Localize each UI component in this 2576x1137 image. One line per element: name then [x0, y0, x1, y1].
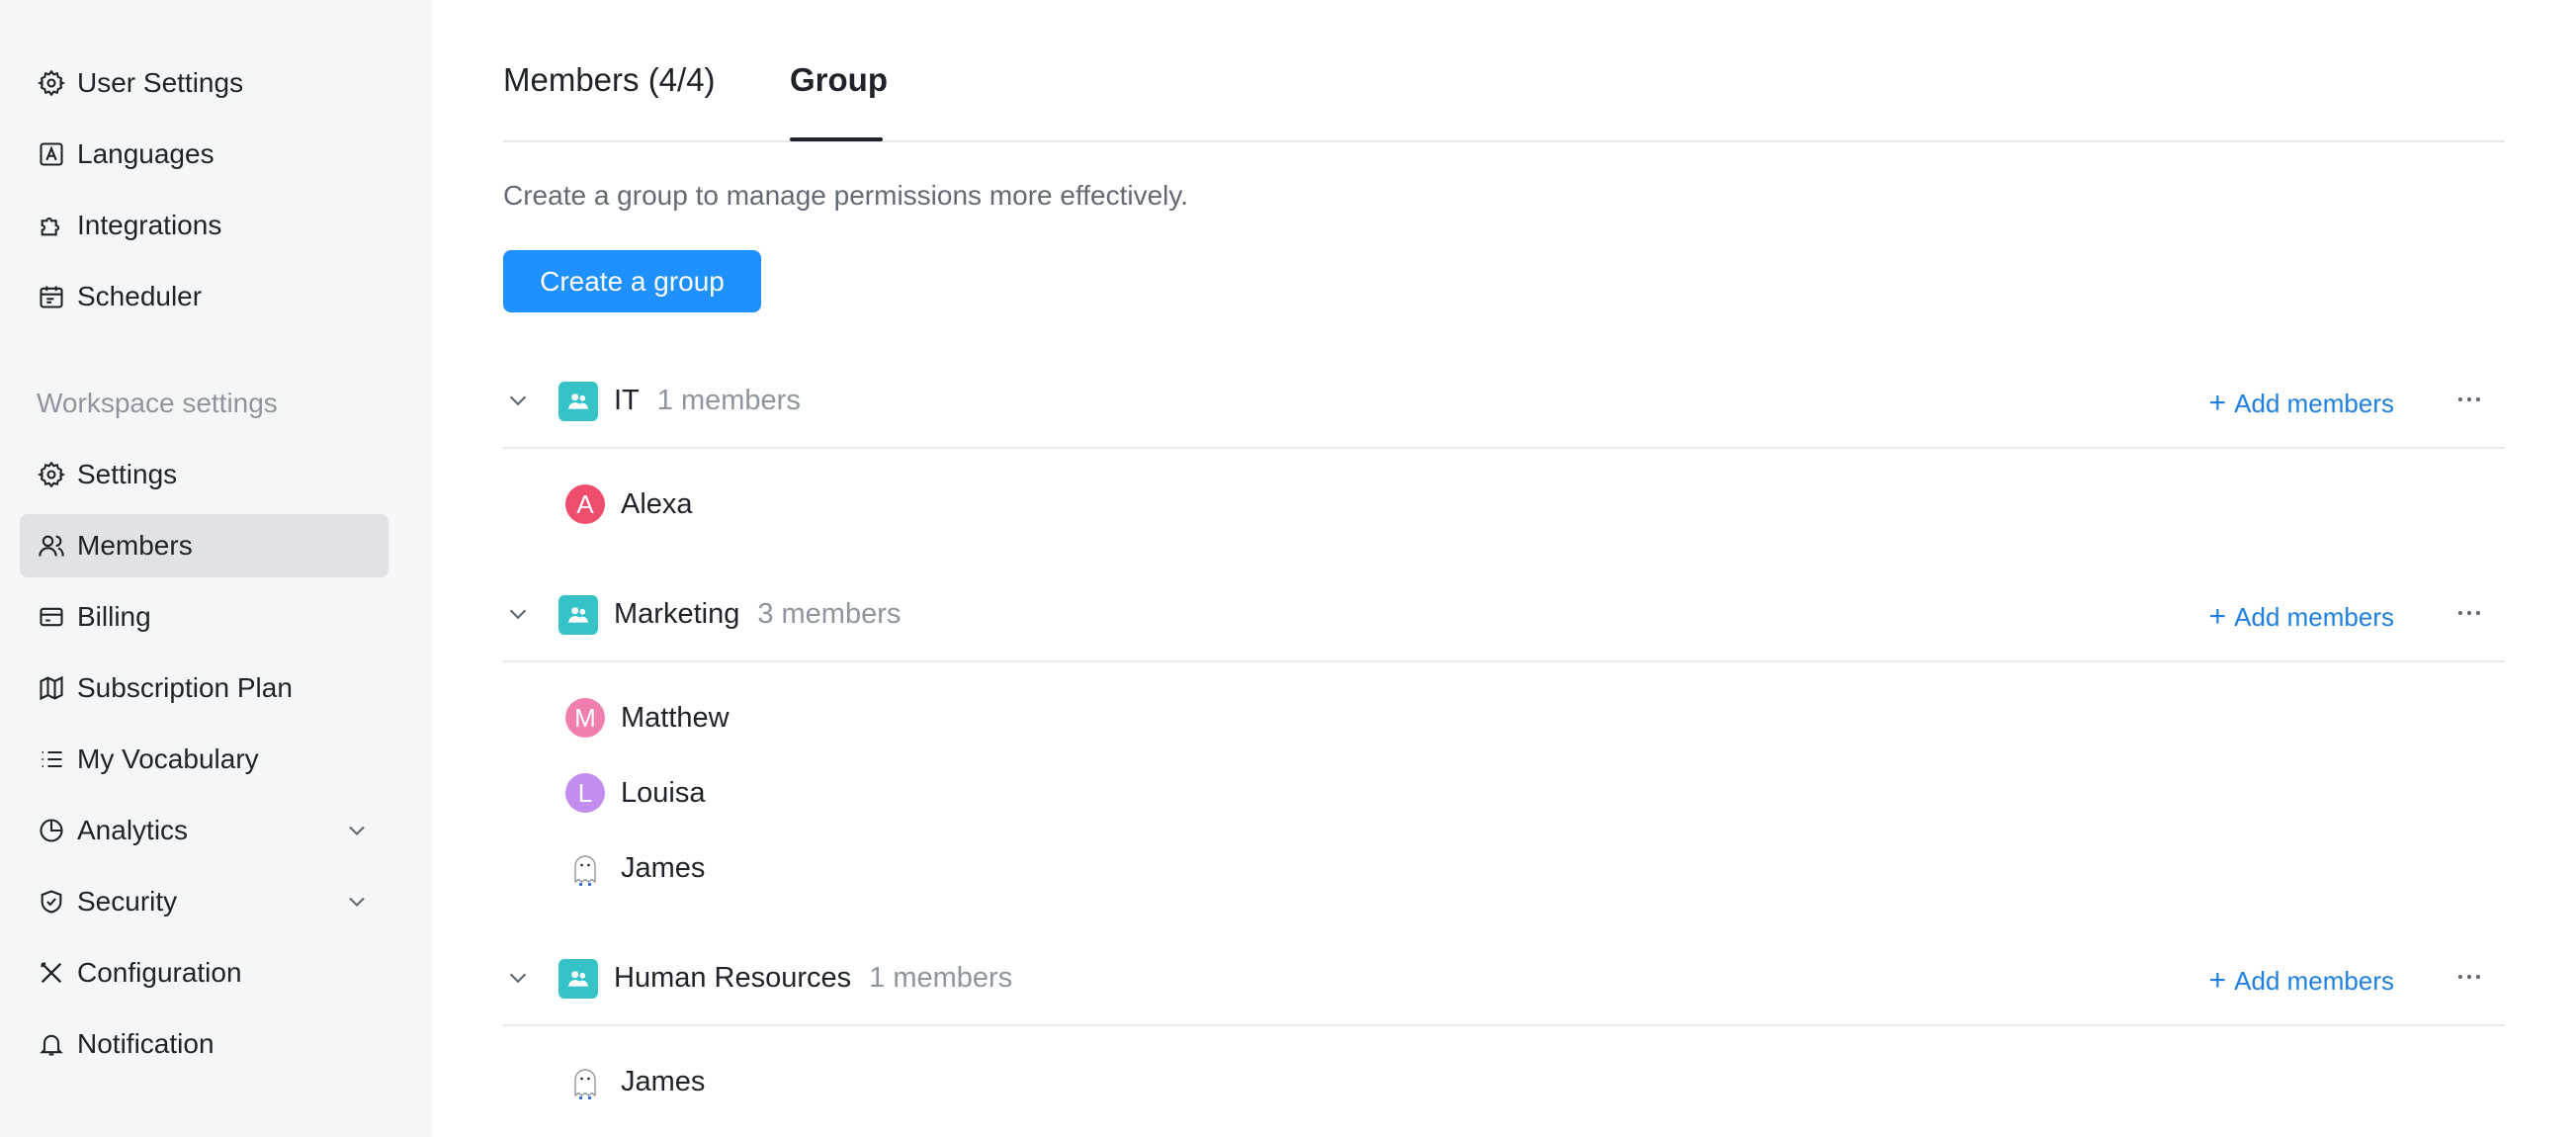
sidebar-item-subscription-plan[interactable]: Subscription Plan [20, 656, 388, 720]
plus-icon: + [2208, 964, 2227, 997]
chevron-down-icon[interactable] [503, 963, 533, 993]
add-members-label: Add members [2234, 965, 2394, 996]
sidebar-item-billing[interactable]: Billing [20, 585, 388, 649]
group-icon [558, 595, 598, 635]
sidebar-item-notification[interactable]: Notification [20, 1012, 388, 1076]
group-header-human-resources: Human Resources 1 members + Add members [503, 937, 2505, 1026]
add-members-button[interactable]: + Add members [2209, 964, 2394, 998]
chevron-down-icon[interactable] [503, 386, 533, 415]
sidebar-item-user-settings[interactable]: User Settings [20, 51, 388, 115]
sidebar-item-label: Integrations [77, 210, 222, 240]
sidebar-item-label: Notification [77, 1028, 215, 1059]
group-name: Marketing [614, 598, 740, 630]
card-icon [36, 601, 67, 633]
sidebar-item-label: User Settings [77, 67, 244, 98]
plus-icon: + [2208, 387, 2227, 419]
group-description: Create a group to manage permissions mor… [503, 180, 1189, 211]
calendar-icon [36, 281, 67, 312]
sidebar-item-scheduler[interactable]: Scheduler [20, 265, 388, 328]
users-icon [36, 530, 67, 562]
chevron-down-icon[interactable] [343, 888, 371, 916]
avatar: A [565, 484, 605, 524]
add-members-label: Add members [2234, 601, 2394, 632]
gear-icon [36, 459, 67, 490]
sidebar-item-label: Configuration [77, 957, 242, 988]
sidebar-item-label: Scheduler [77, 281, 203, 311]
workspace-settings-heading: Workspace settings [37, 388, 278, 418]
sidebar: User Settings Languages Integrations Sch… [0, 0, 432, 1137]
sidebar-item-members[interactable]: Members [20, 514, 388, 577]
member-row[interactable]: James [565, 1060, 705, 1103]
ghost-avatar-icon [565, 1062, 605, 1101]
more-options-icon[interactable] [2451, 595, 2487, 631]
map-icon [36, 672, 67, 704]
language-icon [36, 138, 67, 170]
sidebar-item-label: Security [77, 886, 178, 917]
group-member-count: 1 members [869, 962, 1013, 994]
tab-members[interactable]: Members (4/4) [503, 61, 716, 99]
sidebar-item-my-vocabulary[interactable]: My Vocabulary [20, 728, 388, 791]
sidebar-item-integrations[interactable]: Integrations [20, 194, 388, 257]
group-member-count: 1 members [656, 385, 801, 416]
sidebar-item-security[interactable]: Security [20, 870, 388, 933]
sidebar-item-label: My Vocabulary [77, 743, 259, 774]
pie-chart-icon [36, 815, 67, 846]
sidebar-item-analytics[interactable]: Analytics [20, 799, 388, 862]
group-header-marketing: Marketing 3 members + Add members [503, 573, 2505, 662]
shield-icon [36, 886, 67, 918]
member-name: Alexa [621, 487, 693, 520]
group-name: IT [614, 385, 640, 416]
group-member-count: 3 members [757, 598, 902, 630]
list-icon [36, 743, 67, 775]
member-row[interactable]: James [565, 846, 705, 890]
member-row[interactable]: A Alexa [565, 482, 693, 526]
member-row[interactable]: L Louisa [565, 771, 705, 815]
tab-group[interactable]: Group [790, 61, 888, 99]
add-members-label: Add members [2234, 388, 2394, 418]
puzzle-icon [36, 210, 67, 241]
bell-icon [36, 1028, 67, 1060]
add-members-button[interactable]: + Add members [2209, 387, 2394, 420]
member-name: James [621, 1065, 706, 1097]
more-options-icon[interactable] [2451, 382, 2487, 417]
chevron-down-icon[interactable] [343, 817, 371, 844]
tools-icon [36, 957, 67, 989]
sidebar-item-configuration[interactable]: Configuration [20, 941, 388, 1005]
add-members-button[interactable]: + Add members [2209, 600, 2394, 634]
more-options-icon[interactable] [2451, 959, 2487, 995]
tab-bar: Members (4/4) Group [503, 0, 2505, 142]
sidebar-item-label: Languages [77, 138, 215, 169]
sidebar-item-languages[interactable]: Languages [20, 123, 388, 186]
member-name: Louisa [621, 776, 706, 809]
sidebar-item-label: Members [77, 530, 193, 561]
sidebar-item-label: Billing [77, 601, 151, 632]
member-row[interactable]: M Matthew [565, 696, 730, 740]
create-group-button[interactable]: Create a group [503, 250, 761, 312]
sidebar-item-label: Analytics [77, 815, 189, 845]
sidebar-item-label: Settings [77, 459, 178, 489]
sidebar-item-label: Subscription Plan [77, 672, 293, 703]
avatar: L [565, 773, 605, 813]
sidebar-item-settings[interactable]: Settings [20, 443, 388, 506]
active-tab-indicator [790, 137, 883, 141]
plus-icon: + [2208, 600, 2227, 633]
gear-icon [36, 67, 67, 99]
group-icon [558, 382, 598, 421]
chevron-down-icon[interactable] [503, 599, 533, 629]
avatar: M [565, 698, 605, 738]
member-name: James [621, 851, 706, 884]
group-icon [558, 959, 598, 999]
member-name: Matthew [621, 701, 730, 734]
ghost-avatar-icon [565, 848, 605, 888]
group-name: Human Resources [614, 962, 852, 994]
group-header-it: IT 1 members + Add members [503, 360, 2505, 449]
